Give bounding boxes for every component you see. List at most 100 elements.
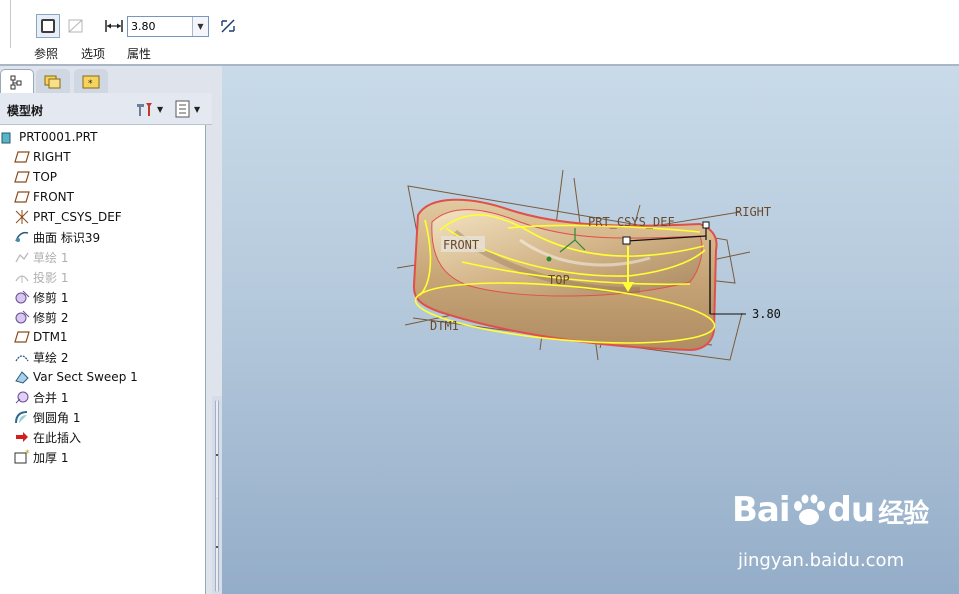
tree-item-label: 在此插入 [33, 430, 82, 445]
drag-handle[interactable] [622, 236, 631, 245]
tree-item-label: RIGHT [33, 150, 71, 164]
svg-text:*: * [25, 449, 30, 459]
thickness-combo[interactable]: ▼ [127, 16, 209, 37]
baidu-jingyan-text: 经验 [878, 499, 929, 529]
insert-here-icon [14, 429, 30, 445]
trim-icon [14, 289, 30, 305]
chevron-down-icon: ▼ [157, 104, 164, 114]
datum-plane-icon [14, 329, 30, 345]
tab-options[interactable]: 选项 [81, 45, 105, 62]
datum-label-front: FRONT [443, 238, 479, 252]
tree-item-right[interactable]: RIGHT [14, 147, 218, 167]
remove-material-icon [68, 19, 83, 33]
model-tree-title: 模型树 [7, 104, 44, 118]
datum-label-right: RIGHT [735, 205, 771, 219]
tab-references[interactable]: 参照 [34, 45, 58, 62]
thickness-dim-value[interactable]: 3.80 [752, 307, 781, 321]
tree-item-front[interactable]: FRONT [14, 187, 218, 207]
tree-item-label: 修剪 2 [33, 310, 69, 325]
datum-plane-icon [14, 169, 30, 185]
sweep-icon [14, 369, 30, 385]
tools-icon [137, 103, 152, 116]
navigator-panel: * 模型树 ▼ ▼ PRT0001.PRT RIGHT TOP FRONT PR… [0, 66, 222, 594]
thicken-icon: * [14, 449, 30, 465]
tree-item-projection[interactable]: 投影 1 [14, 267, 218, 287]
datum-label-dtm1: DTM1 [430, 319, 459, 333]
tree-item-label: 倒圆角 1 [33, 410, 81, 425]
tree-item-label: PRT0001.PRT [19, 130, 98, 144]
list-icon [175, 100, 190, 118]
tree-item-insert-here[interactable]: 在此插入 [14, 427, 218, 447]
tree-item-sweep[interactable]: Var Sect Sweep 1 [14, 367, 218, 387]
tree-item-dtm1[interactable]: DTM1 [14, 327, 218, 347]
solid-icon [41, 19, 55, 33]
tree-item-label: 修剪 1 [33, 290, 69, 305]
tree-item-sketch1[interactable]: 草绘 1 [14, 247, 218, 267]
model-tree: PRT0001.PRT RIGHT TOP FRONT PRT_CSYS_DEF [0, 125, 206, 594]
remove-material-button[interactable] [64, 14, 88, 38]
navigator-tabs: * [0, 66, 222, 93]
datum-label-top: TOP [548, 273, 570, 287]
datum-plane-icon [14, 149, 30, 165]
model-tree-icon [10, 75, 22, 89]
tab-properties[interactable]: 属性 [127, 45, 151, 62]
datum-label-csys: PRT_CSYS_DEF [588, 215, 675, 229]
folder-browser-icon [44, 75, 61, 89]
csys-icon [14, 209, 30, 225]
paw-icon [793, 494, 825, 525]
sash-grip-bottom[interactable] [215, 498, 219, 592]
baidu-url: jingyan.baidu.com [738, 550, 905, 571]
tree-item-label: 加厚 1 [33, 450, 69, 465]
thickness-type-button[interactable] [102, 14, 126, 38]
baidu-watermark: Bai du 经验 jingyan.baidu.com [732, 490, 952, 580]
svg-text:*: * [88, 79, 93, 89]
tree-item-label: 草绘 1 [33, 250, 69, 265]
drag-handle[interactable] [702, 221, 710, 229]
tree-item-trim2[interactable]: 修剪 2 [14, 307, 218, 327]
thicken-dashboard: ▼ 参照 选项 属性 [0, 0, 959, 66]
baidu-logo-tail: du [827, 490, 876, 530]
tree-item-label: 合并 1 [33, 390, 69, 405]
thickness-input[interactable] [128, 17, 192, 36]
thickness-dimension-icon [105, 20, 123, 32]
merge-icon [14, 389, 30, 405]
chevron-down-icon[interactable]: ▼ [192, 17, 208, 36]
tree-item-round[interactable]: 倒圆角 1 [14, 407, 218, 427]
tree-item-part[interactable]: PRT0001.PRT [0, 127, 204, 147]
tree-item-sketch2[interactable]: 草绘 2 [14, 347, 218, 367]
tab-folder-browser[interactable] [36, 69, 70, 93]
trim-icon [14, 309, 30, 325]
part-icon [0, 129, 16, 145]
tree-show-button[interactable]: ▼ [174, 99, 206, 119]
sash-grip-dot [216, 546, 218, 548]
surface-icon [14, 229, 30, 245]
graphics-window[interactable]: RIGHT FRONT TOP PRT_CSYS_DEF DTM1 3.80 B… [222, 66, 959, 594]
model-tree-header: 模型树 ▼ ▼ [0, 93, 212, 125]
round-icon [14, 409, 30, 425]
flip-direction-button[interactable] [216, 14, 240, 38]
flip-direction-icon [221, 19, 235, 33]
tree-item-thicken[interactable]: * 加厚 1 [14, 447, 218, 467]
tree-settings-button[interactable]: ▼ [135, 99, 167, 119]
tree-item-label: 草绘 2 [33, 350, 69, 365]
projection-icon [14, 269, 30, 285]
tree-item-label: TOP [33, 170, 58, 184]
baidu-logo-text: Bai [732, 490, 791, 530]
tab-model-tree[interactable] [0, 69, 34, 93]
tab-favorites[interactable]: * [74, 69, 108, 93]
panel-sash[interactable] [212, 396, 222, 594]
sketch-icon [14, 349, 30, 365]
tree-item-label: DTM1 [33, 330, 68, 344]
sash-grip-dot [216, 454, 218, 456]
tree-item-csys[interactable]: PRT_CSYS_DEF [14, 207, 218, 227]
tree-item-surface[interactable]: 曲面 标识39 [14, 227, 218, 247]
tree-item-label: Var Sect Sweep 1 [33, 370, 138, 384]
tree-item-top[interactable]: TOP [14, 167, 218, 187]
baidu-logo: Bai du 经验 [732, 490, 929, 530]
tree-item-label: 曲面 标识39 [33, 230, 101, 245]
tree-item-trim1[interactable]: 修剪 1 [14, 287, 218, 307]
tree-item-merge[interactable]: 合并 1 [14, 387, 218, 407]
datum-plane-icon [14, 189, 30, 205]
tree-item-label: PRT_CSYS_DEF [33, 210, 122, 224]
solid-thicken-button[interactable] [36, 14, 60, 38]
